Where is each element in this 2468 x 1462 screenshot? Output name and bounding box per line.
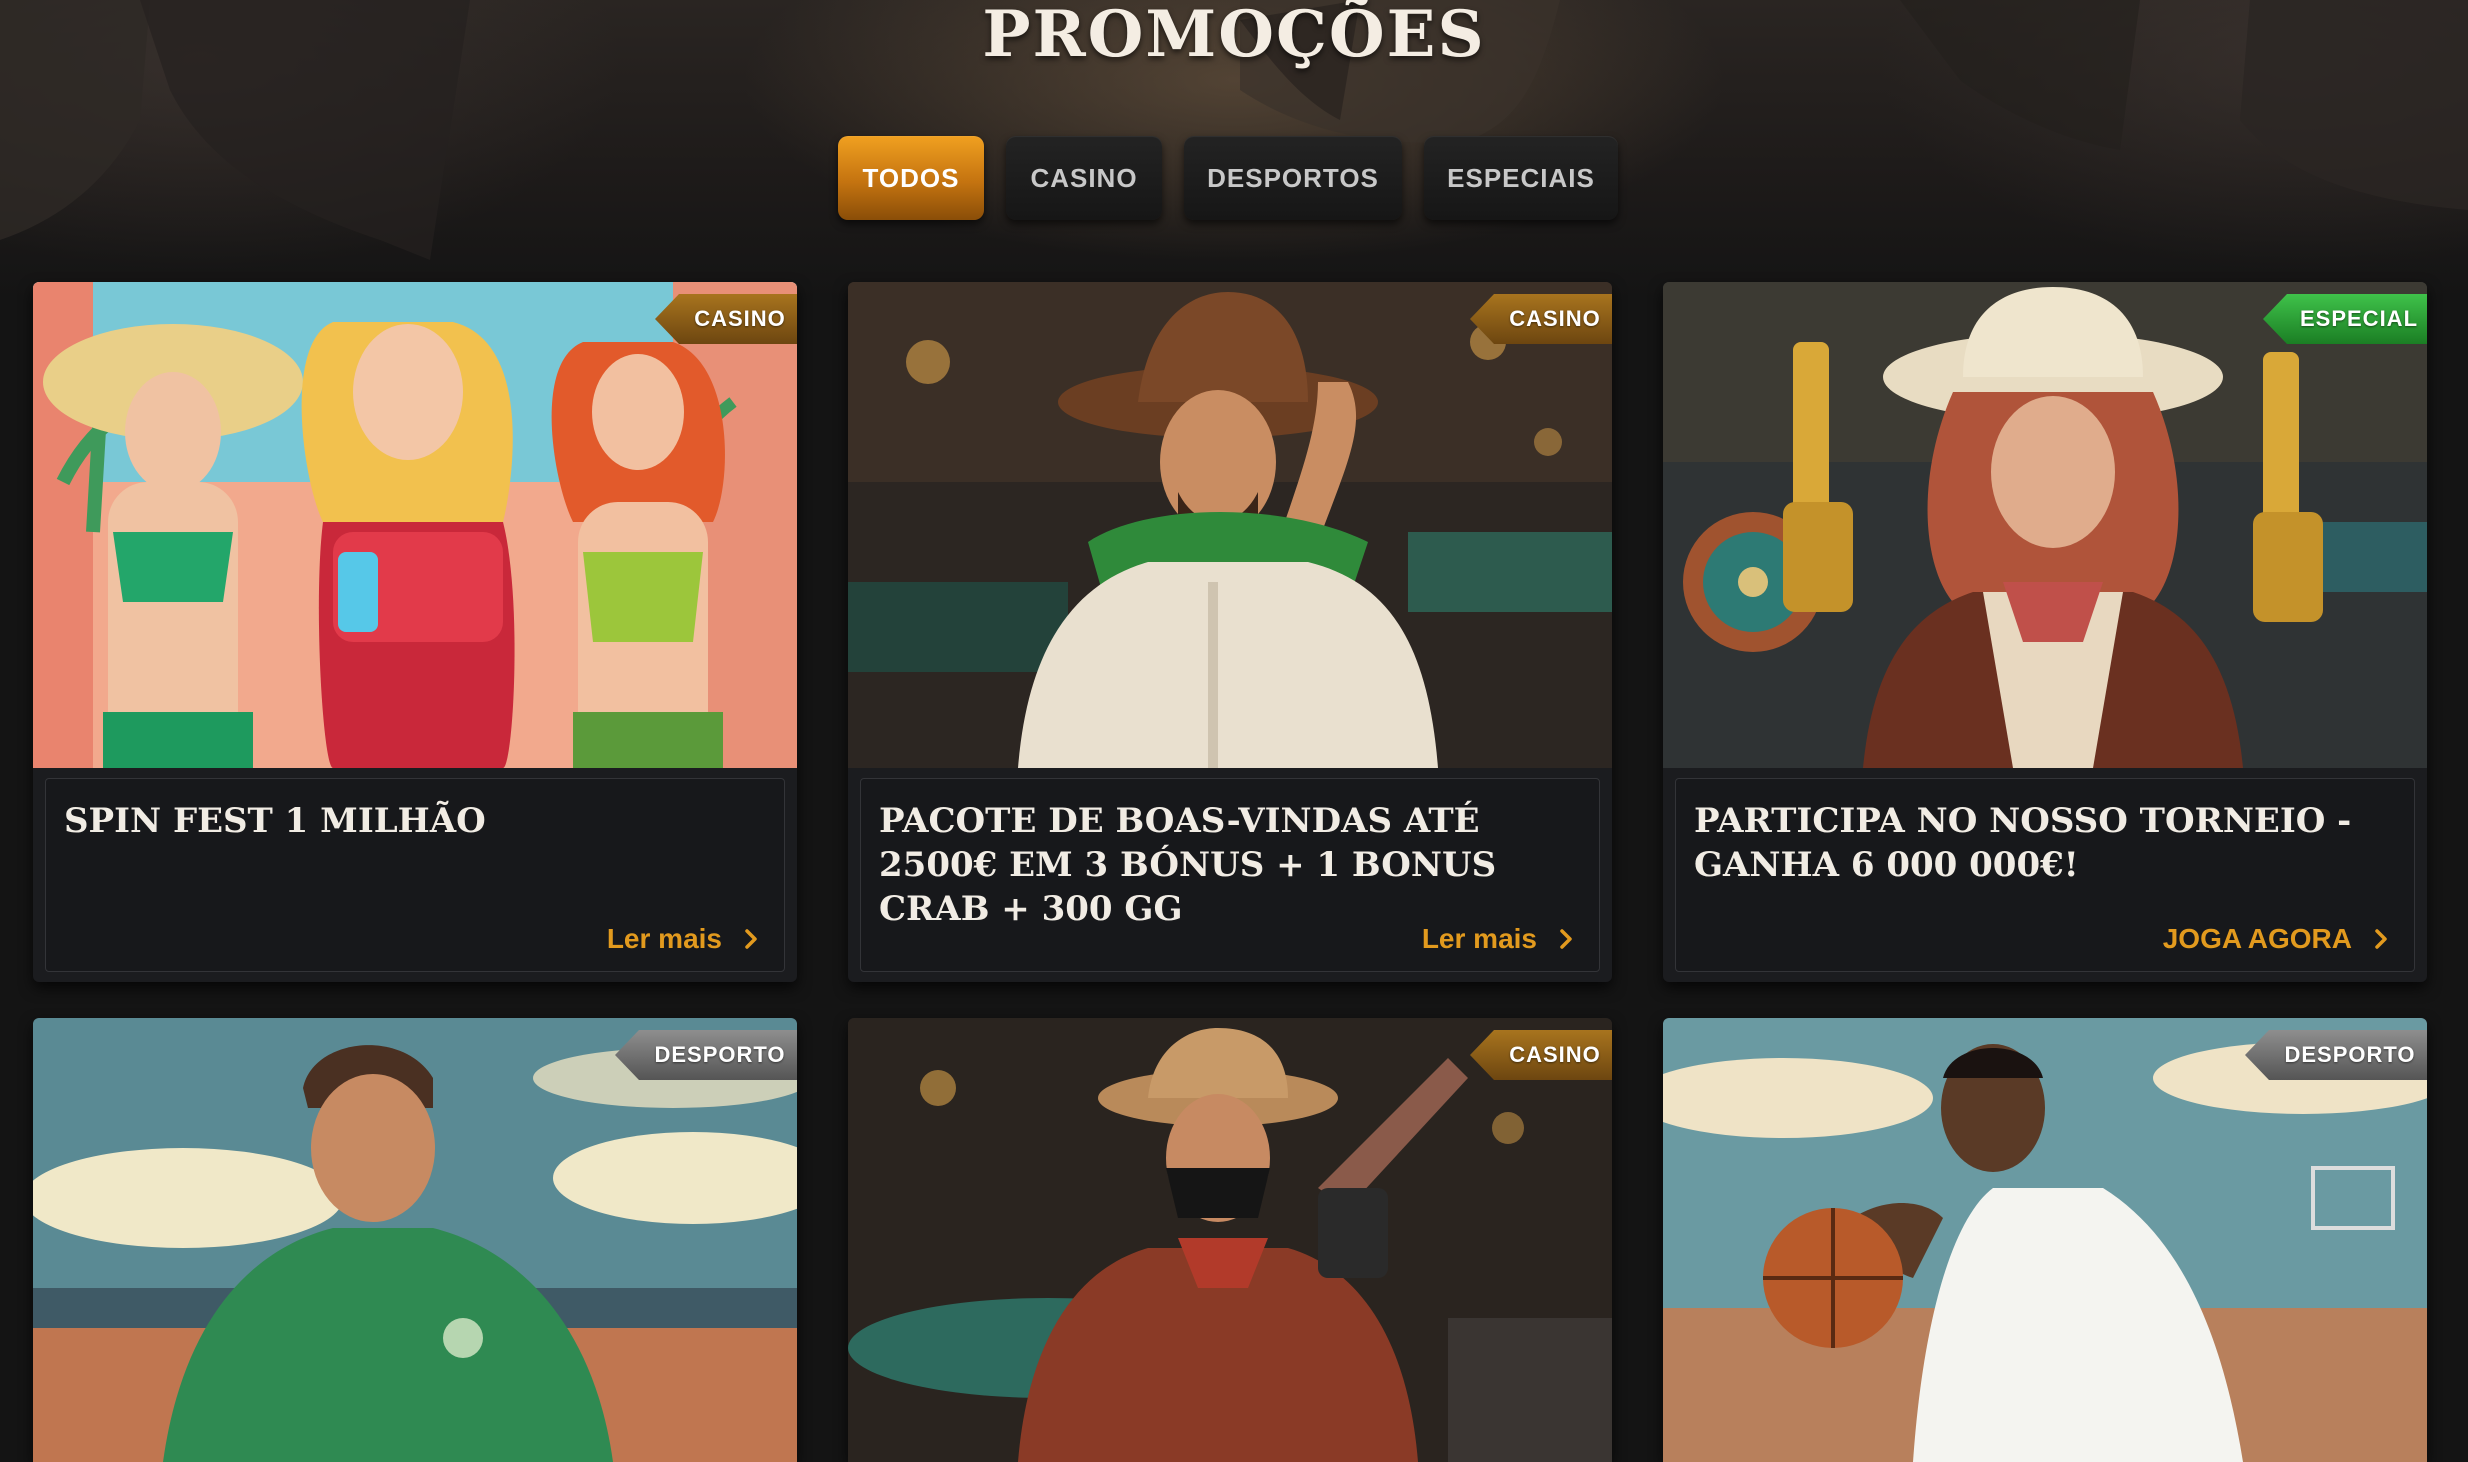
read-more-link[interactable]: Ler mais bbox=[607, 923, 758, 955]
category-badge: ESPECIAL bbox=[2263, 294, 2427, 344]
promo-card-tournament[interactable]: ESPECIAL Participa no nosso torneio - ga… bbox=[1663, 282, 2427, 982]
promo-card-body: Spin Fest 1 Milhão Ler mais bbox=[45, 778, 785, 972]
category-badge: DESPORTO bbox=[615, 1030, 797, 1080]
link-label: Ler mais bbox=[1421, 923, 1537, 954]
promo-card-spin-fest[interactable]: CASINO Spin Fest 1 Milhão Ler mais bbox=[33, 282, 797, 982]
tab-desportos[interactable]: DESPORTOS bbox=[1184, 136, 1402, 220]
promo-image-cowgirl[interactable]: ESPECIAL bbox=[1663, 282, 2427, 768]
tab-casino[interactable]: CASINO bbox=[1006, 136, 1162, 220]
category-badge: CASINO bbox=[655, 294, 797, 344]
category-badge: CASINO bbox=[1470, 1030, 1612, 1080]
promo-image-cowboy[interactable]: CASINO bbox=[848, 282, 1612, 768]
promo-title: Pacote de boas-vindas até 2500€ em 3 bón… bbox=[879, 801, 1497, 929]
promo-card-bandit[interactable]: CASINO bbox=[848, 1018, 1612, 1462]
play-now-link[interactable]: JOGA AGORA bbox=[2163, 923, 2388, 955]
promo-image-football-player[interactable]: DESPORTO bbox=[33, 1018, 797, 1462]
promo-card-body: Participa no nosso torneio - ganha 6 000… bbox=[1675, 778, 2415, 972]
category-badge: CASINO bbox=[1470, 294, 1612, 344]
chevron-right-icon bbox=[1560, 929, 1572, 949]
promo-image-beach-women[interactable]: CASINO bbox=[33, 282, 797, 768]
link-label: JOGA AGORA bbox=[2162, 923, 2352, 954]
page-title: PROMOÇÕES bbox=[982, 0, 1486, 72]
filter-tabs: TODOS CASINO DESPORTOS ESPECIAIS bbox=[838, 136, 1618, 220]
promo-card-basketball[interactable]: DESPORTO bbox=[1663, 1018, 2427, 1462]
tab-especiais[interactable]: ESPECIAIS bbox=[1424, 136, 1618, 220]
link-label: Ler mais bbox=[606, 923, 722, 954]
promo-card-welcome-package[interactable]: CASINO Pacote de boas-vindas até 2500€ e… bbox=[848, 282, 1612, 982]
tab-todos[interactable]: TODOS bbox=[838, 136, 984, 220]
category-badge: DESPORTO bbox=[2245, 1030, 2427, 1080]
promotions-page: PROMOÇÕES TODOS CASINO DESPORTOS ESPECIA… bbox=[0, 0, 2468, 1462]
promo-image-basketball-player[interactable]: DESPORTO bbox=[1663, 1018, 2427, 1462]
promo-card-football[interactable]: DESPORTO bbox=[33, 1018, 797, 1462]
chevron-right-icon bbox=[2375, 929, 2387, 949]
read-more-link[interactable]: Ler mais bbox=[1422, 923, 1573, 955]
promo-image-masked-bandit[interactable]: CASINO bbox=[848, 1018, 1612, 1462]
promo-title: Participa no nosso torneio - ganha 6 000… bbox=[1694, 801, 2352, 885]
promo-title: Spin Fest 1 Milhão bbox=[64, 801, 486, 841]
chevron-right-icon bbox=[745, 929, 757, 949]
promo-card-body: Pacote de boas-vindas até 2500€ em 3 bón… bbox=[860, 778, 1600, 972]
